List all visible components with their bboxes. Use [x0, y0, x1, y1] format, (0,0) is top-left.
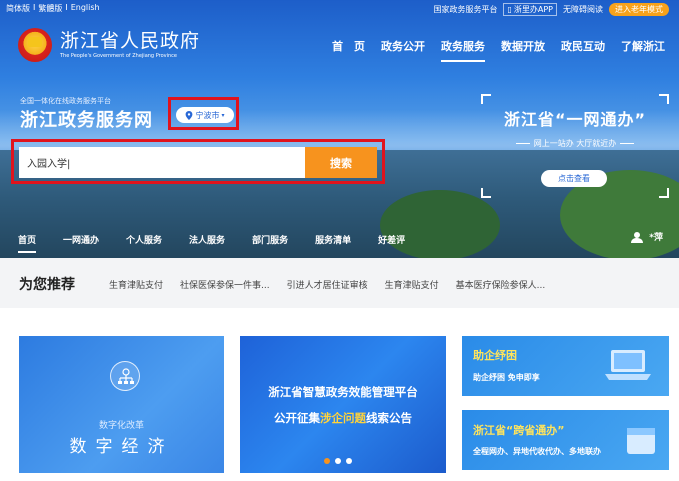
- carousel-dots: [324, 458, 352, 464]
- tab-departments[interactable]: 部门服务: [252, 233, 288, 246]
- cross-province-card[interactable]: 浙江省“跨省通办” 全程网办、异地代收代办、多地联办: [462, 410, 669, 470]
- frame-corner: [481, 188, 491, 198]
- recommend-item[interactable]: 生育津贴支付: [385, 278, 439, 291]
- site-logo[interactable]: 浙江省人民政府 The People's Government of Zheji…: [18, 28, 200, 62]
- laptop-icon: [605, 350, 651, 380]
- enterprise-relief-card[interactable]: 助企纾困 助企纾困 免申即享: [462, 336, 669, 396]
- nav-home[interactable]: 首 页: [332, 38, 365, 54]
- phone-icon: ▯: [507, 5, 512, 14]
- recommend-list: 生育津贴支付 社保医保参保一件事... 引进人才居住证审核 生育津贴支付 基本医…: [109, 278, 545, 291]
- notice-line-2-highlight: 涉企问题: [320, 411, 366, 425]
- enterprise-relief-subtitle: 助企纾困 免申即享: [473, 373, 540, 382]
- national-emblem-icon: [18, 28, 52, 62]
- nav-about-zhejiang[interactable]: 了解浙江: [621, 38, 665, 54]
- city-name: 宁波市: [195, 110, 220, 120]
- notice-line-2-b: 线索公告: [366, 411, 412, 425]
- logo-subtitle: The People's Government of Zhejiang Prov…: [60, 53, 177, 59]
- gov-portal-link[interactable]: 国家政务服务平台: [433, 4, 497, 15]
- user-menu[interactable]: *萍: [631, 230, 663, 243]
- notice-line-2: 公开征集涉企问题线索公告: [240, 410, 446, 426]
- tab-home[interactable]: 首页: [18, 233, 37, 253]
- tab-rating[interactable]: 好差评: [378, 233, 405, 246]
- promo-subtitle: 网上一站办 大厅就近办: [481, 138, 669, 149]
- recommend-item[interactable]: 引进人才居住证审核: [287, 278, 368, 291]
- city-selector[interactable]: 宁波市 ▾: [176, 107, 234, 123]
- accessible-reading-link[interactable]: 无障碍阅读: [563, 4, 603, 15]
- tab-personal[interactable]: 个人服务: [126, 233, 162, 246]
- app-link-label: 浙里办APP: [513, 5, 553, 14]
- digital-economy-title: 数字经济: [69, 437, 174, 457]
- enterprise-relief-title: 助企纾困: [473, 349, 517, 362]
- recommend-title: 为您推荐: [19, 277, 75, 293]
- language-switcher: 简体版 I 繁體版 I English: [6, 3, 100, 14]
- cross-province-subtitle: 全程网办、异地代收代办、多地联办: [473, 447, 601, 456]
- logo-title: 浙江省人民政府: [60, 30, 201, 52]
- notice-line-1: 浙江省智慧政务效能管理平台: [268, 385, 418, 399]
- lang-simplified[interactable]: 简体版: [6, 3, 30, 14]
- nav-interaction[interactable]: 政民互动: [561, 38, 605, 54]
- elder-mode-button[interactable]: 进入老年模式: [609, 3, 669, 16]
- top-right-links: 国家政务服务平台 ▯ 浙里办APP 无障碍阅读 进入老年模式: [433, 3, 669, 16]
- frame-corner: [659, 94, 669, 104]
- tab-legal-person[interactable]: 法人服务: [189, 233, 225, 246]
- promo-title: 浙江省“一网通办”: [503, 110, 647, 129]
- app-link[interactable]: ▯ 浙里办APP: [503, 3, 557, 16]
- tab-service-list[interactable]: 服务清单: [315, 233, 351, 246]
- calendar-icon: [627, 428, 655, 454]
- lang-traditional[interactable]: 繁體版: [38, 3, 62, 14]
- search-button[interactable]: 搜索: [305, 147, 377, 178]
- nav-gov-affairs[interactable]: 政务公开: [381, 38, 425, 54]
- digital-reform-label: 数字化改革: [98, 421, 144, 431]
- tab-one-network[interactable]: 一网通办: [63, 233, 99, 246]
- digital-reform-card[interactable]: 数字化改革 数字经济: [19, 336, 224, 473]
- notice-line-2-a: 公开征集: [274, 411, 320, 425]
- nav-gov-services[interactable]: 政务服务: [441, 38, 485, 62]
- tree: [380, 190, 500, 258]
- service-nav: 首页 一网通办 个人服务 法人服务 部门服务 服务清单 好差评: [18, 233, 432, 253]
- recommend-item[interactable]: 社保医保参保一件事...: [180, 278, 270, 291]
- user-icon: [631, 231, 644, 243]
- nav-open-data[interactable]: 数据开放: [501, 38, 545, 54]
- one-network-promo: 浙江省“一网通办” 网上一站办 大厅就近办 点击查看: [481, 94, 669, 198]
- frame-corner: [481, 94, 491, 104]
- search-input[interactable]: [19, 147, 305, 178]
- carousel-dot[interactable]: [346, 458, 352, 464]
- carousel-dot[interactable]: [324, 458, 330, 464]
- frame-corner: [659, 188, 669, 198]
- org-chart-icon: [110, 361, 140, 391]
- lang-separator: I: [65, 3, 68, 12]
- chevron-down-icon: ▾: [221, 111, 225, 119]
- lang-english[interactable]: English: [71, 3, 100, 14]
- service-subtitle: 全国一体化在线政务服务平台: [20, 97, 111, 105]
- location-pin-icon: [186, 110, 193, 120]
- lang-separator: I: [33, 3, 36, 12]
- user-name: *萍: [649, 233, 663, 243]
- recommend-item[interactable]: 生育津贴支付: [109, 278, 163, 291]
- recommend-item[interactable]: 基本医疗保险参保人...: [456, 278, 546, 291]
- service-title: 浙江政务服务网: [20, 110, 153, 131]
- notice-banner-card[interactable]: 浙江省智慧政务效能管理平台 公开征集涉企问题线索公告: [240, 336, 446, 473]
- main-nav: 首 页 政务公开 政务服务 数据开放 政民互动 了解浙江: [332, 38, 665, 62]
- promo-view-button[interactable]: 点击查看: [541, 170, 607, 187]
- top-bar: 简体版 I 繁體版 I English 国家政务服务平台 ▯ 浙里办APP 无障…: [0, 0, 679, 20]
- carousel-dot[interactable]: [335, 458, 341, 464]
- cross-province-title: 浙江省“跨省通办”: [473, 424, 565, 437]
